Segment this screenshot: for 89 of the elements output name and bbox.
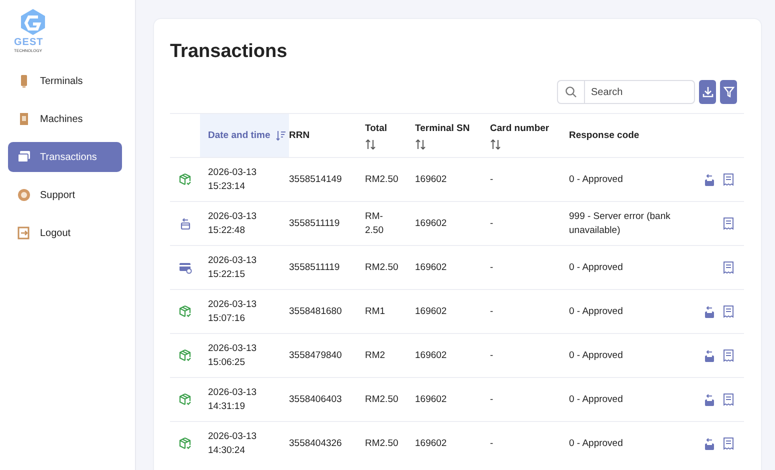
column-header[interactable]: Terminal SN [407, 114, 482, 157]
table-cell-text: 3558511119 [289, 260, 341, 274]
table-cell-text: - [489, 260, 494, 274]
table-cell-text: 2026-03-13 15:22:48 [207, 210, 258, 238]
table-cell-text: - [489, 392, 494, 406]
package-check-icon [179, 437, 191, 450]
table-cell-text: 169602 [414, 348, 448, 362]
receipt-button[interactable] [721, 217, 736, 230]
table-cell-text: - [489, 216, 494, 230]
table-cell-text: - [489, 304, 494, 318]
receipt-button[interactable] [721, 349, 736, 362]
table-cell-text: 0 - Approved [568, 304, 624, 318]
sort-icon [365, 138, 376, 150]
table-cell-text: 999 - Server error (bank unavailable) [568, 210, 672, 238]
download-button[interactable] [699, 80, 716, 104]
refund-button[interactable] [702, 304, 717, 318]
cards-icon [17, 150, 31, 164]
table-cell-text: - [489, 172, 494, 186]
card-icon [178, 262, 192, 274]
table-cell-text: 0 - Approved [568, 436, 624, 450]
page-title: Transactions [170, 41, 288, 63]
sort-icon [415, 138, 426, 150]
logo-icon [19, 8, 47, 38]
sidebar-item[interactable]: Terminals [8, 66, 122, 96]
table-cell-text: RM2.50 [364, 392, 400, 406]
receipt-button[interactable] [721, 437, 736, 450]
table-cell-text: 169602 [414, 260, 448, 274]
table-cell-text: RM2 [364, 348, 386, 362]
logout-icon [17, 226, 31, 240]
table-cell-text: 2026-03-13 15:22:15 [207, 254, 258, 282]
filter-icon [722, 86, 734, 98]
sidebar-item[interactable]: Machines [8, 104, 122, 134]
package-check-icon [179, 173, 191, 186]
package-check-icon [179, 305, 191, 318]
table-cell-text: 3558406403 [289, 392, 343, 406]
refund-icon [180, 217, 190, 230]
receipt-button[interactable] [721, 393, 736, 406]
table-cell-text: 0 - Approved [568, 348, 624, 362]
receipt-button[interactable] [721, 173, 736, 186]
column-header[interactable]: Date and time [200, 114, 289, 157]
download-icon [702, 86, 714, 98]
refund-button[interactable] [702, 348, 717, 362]
table-cell-text: RM2.50 [364, 172, 400, 186]
sort-icon [490, 138, 501, 150]
search-field[interactable]: Search [584, 80, 695, 104]
table-cell-text: 2026-03-13 15:23:14 [207, 166, 258, 194]
table-cell-text: 169602 [414, 436, 448, 450]
sidebar-item[interactable]: Support [8, 180, 122, 210]
column-header[interactable]: Card number [482, 114, 561, 157]
table-cell-text: RM-2.50 [364, 210, 384, 238]
table-cell-text: - [489, 436, 494, 450]
table-cell-text: RM2.50 [364, 260, 400, 274]
package-check-icon [179, 393, 191, 406]
sort-descending-icon [276, 130, 286, 141]
table-cell-text: 2026-03-13 14:30:24 [207, 430, 258, 458]
machine-icon [17, 112, 31, 126]
table-cell-text: 0 - Approved [568, 392, 624, 406]
table-cell-text: RM2.50 [364, 436, 400, 450]
sidebar-item[interactable]: Transactions [8, 142, 122, 172]
table-cell-text: 0 - Approved [568, 172, 624, 186]
search-icon [565, 86, 577, 98]
table-cell-text: 2026-03-13 15:06:25 [207, 342, 258, 370]
table-cell-text: - [489, 348, 494, 362]
headset-icon [17, 188, 31, 202]
table-cell-text: 3558404326 [289, 436, 343, 450]
table-cell-text: 3558481680 [289, 304, 343, 318]
sidebar-item[interactable]: Logout [8, 218, 122, 248]
package-check-icon [179, 349, 191, 362]
table-cell-text: 169602 [414, 304, 448, 318]
table-cell-text: 3558479840 [289, 348, 343, 362]
table-cell-text: 169602 [414, 172, 448, 186]
table-cell-text: 3558514149 [289, 172, 343, 186]
refund-button[interactable] [702, 436, 717, 450]
brand-name: GEST [14, 38, 44, 48]
table-cell-text: 2026-03-13 15:07:16 [207, 298, 258, 326]
table-cell-text: 0 - Approved [568, 260, 624, 274]
table-cell-text: RM1 [364, 304, 386, 318]
column-header[interactable]: RRN [289, 114, 357, 157]
table-cell-text: 169602 [414, 216, 448, 230]
receipt-button[interactable] [721, 305, 736, 318]
table-cell-text: 169602 [414, 392, 448, 406]
table-cell-text: 3558511119 [289, 216, 341, 230]
table-cell-text: 2026-03-13 14:31:19 [207, 386, 258, 414]
filter-button[interactable] [720, 80, 737, 104]
refund-button[interactable] [702, 172, 717, 186]
column-header[interactable]: Response code [561, 114, 692, 157]
column-header[interactable]: Total [357, 114, 407, 157]
receipt-button[interactable] [721, 261, 736, 274]
refund-button[interactable] [702, 392, 717, 406]
